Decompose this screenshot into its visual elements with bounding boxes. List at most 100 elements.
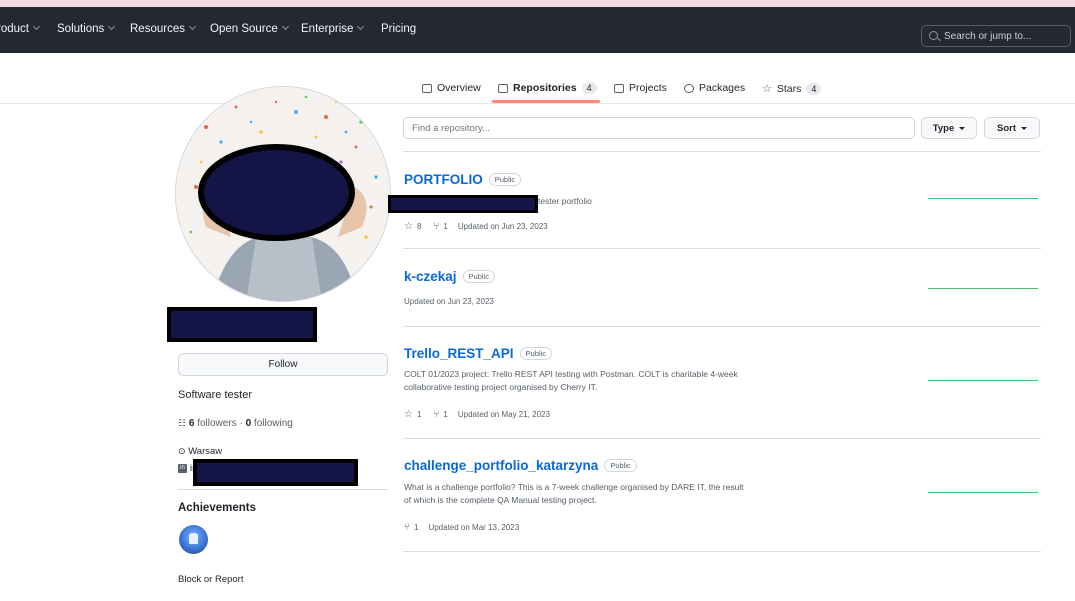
repo-item: k-czekaj Public [404, 269, 495, 284]
activity-sparkline [928, 198, 1038, 199]
following-word: following [253, 418, 293, 429]
tab-stars-label: Stars [776, 82, 802, 95]
tab-projects[interactable]: Projects [614, 82, 667, 94]
location-icon: ⊙ [178, 446, 186, 456]
repo-meta: ⑂ 1 Updated on Mar 13, 2023 [404, 522, 519, 533]
achievements-title: Achievements [178, 502, 256, 514]
repo-meta: ☆ 1 ⑂ 1 Updated on May 21, 2023 [404, 409, 550, 420]
profile-location: ⊙ Warsaw [178, 446, 222, 457]
repo-icon [498, 83, 508, 93]
repo-forks[interactable]: 1 [443, 222, 447, 231]
block-or-report-link[interactable]: Block or Report [178, 574, 243, 585]
type-filter-button[interactable]: Type [921, 117, 977, 139]
followers-separator: · [239, 418, 243, 429]
tabs-divider [0, 103, 1075, 104]
activity-sparkline [928, 492, 1038, 493]
nav-solutions[interactable]: Solutions [57, 22, 116, 35]
active-tab-indicator [492, 100, 600, 103]
star-icon: ☆ [762, 83, 772, 95]
nav-enterprise[interactable]: Enterprise [301, 22, 365, 35]
visibility-badge: Public [519, 347, 552, 360]
repo-updated: Updated on Mar 13, 2023 [428, 523, 520, 532]
repo-stars[interactable]: 8 [417, 222, 421, 231]
repo-divider [403, 551, 1041, 552]
following-count: 0 [245, 418, 252, 429]
follow-button[interactable]: Follow [178, 353, 388, 376]
followers-link[interactable]: 6 followers [189, 418, 237, 429]
nav-resources[interactable]: Resources [130, 22, 197, 35]
activity-sparkline [928, 380, 1038, 381]
nav-pricing[interactable]: Pricing [381, 23, 416, 35]
repo-divider [403, 248, 1041, 249]
repo-description: tester portfolio [538, 196, 592, 206]
repo-description: What is a challenge portfolio? This is a… [404, 482, 744, 505]
tab-packages-label: Packages [699, 82, 746, 94]
tab-overview-label: Overview [437, 82, 481, 94]
tab-stars-count: 4 [806, 82, 822, 95]
find-repository-input[interactable] [403, 117, 915, 139]
repo-updated: Updated on May 21, 2023 [457, 410, 550, 419]
tab-projects-label: Projects [629, 82, 667, 94]
repo-stars[interactable]: 1 [417, 410, 421, 419]
tab-overview[interactable]: Overview [422, 82, 481, 94]
fork-icon: ⑂ [433, 409, 440, 420]
following-link[interactable]: 0 following [246, 418, 293, 429]
fork-icon: ⑂ [433, 221, 440, 232]
chevron-down-icon [108, 22, 116, 31]
display-name-redaction [167, 307, 317, 342]
chevron-down-icon [32, 22, 41, 31]
visibility-badge: Public [462, 270, 495, 283]
nav-enterprise-label: Enterprise [301, 23, 354, 35]
repo-name-link[interactable]: challenge_portfolio_katarzyna [404, 458, 598, 473]
nav-solutions-label: Solutions [57, 23, 105, 35]
visibility-badge: Public [488, 173, 522, 186]
repo-divider [403, 438, 1041, 439]
repo-name-link[interactable]: PORTFOLIO [404, 172, 483, 187]
fork-icon: ⑂ [404, 522, 410, 533]
book-icon [422, 83, 432, 93]
repo-meta: Updated on Jun 23, 2023 [404, 297, 494, 306]
global-search-placeholder: Search or jump to... [944, 31, 1032, 42]
followers-word: followers [197, 418, 237, 429]
tab-repositories[interactable]: Repositories 4 [498, 82, 597, 94]
search-icon [929, 31, 938, 40]
nav-resources-label: Resources [130, 23, 185, 35]
repo-meta: ☆ 8 ⑂ 1 Updated on Jun 23, 2023 [404, 221, 548, 232]
repo-name-link[interactable]: Trello_REST_API [404, 346, 514, 361]
star-icon: ☆ [404, 409, 413, 420]
followers-count: 6 [188, 418, 195, 429]
followers-summary: ☷ 6 followers · 0 following [178, 418, 293, 429]
linkedin-icon: in [178, 463, 187, 473]
repo-item: challenge_portfolio_katarzyna Public [404, 458, 637, 473]
chevron-down-icon [357, 22, 365, 31]
chevron-down-icon [188, 22, 197, 31]
package-icon [684, 83, 694, 93]
nav-open-source[interactable]: Open Source [210, 22, 289, 35]
visibility-badge: Public [604, 459, 637, 472]
star-icon: ☆ [404, 221, 413, 232]
activity-sparkline [928, 288, 1038, 289]
repo-description: COLT 01/2023 project: Trello REST API te… [404, 369, 738, 392]
sort-button[interactable]: Sort [984, 117, 1040, 139]
tab-stars[interactable]: ☆ Stars 4 [762, 82, 822, 95]
repo-divider [403, 326, 1041, 327]
sort-label: Sort [997, 122, 1016, 134]
profile-bio: Software tester [178, 389, 252, 401]
achievement-badge[interactable] [179, 525, 208, 554]
nav-product[interactable]: roduct [0, 22, 41, 35]
nav-product-label: roduct [0, 23, 29, 35]
repo-forks[interactable]: 1 [414, 523, 418, 532]
tab-packages[interactable]: Packages [684, 82, 745, 94]
repo-name-link[interactable]: k-czekaj [404, 269, 457, 284]
avatar-redaction [198, 144, 355, 241]
sidebar-divider [178, 489, 388, 490]
linkedin-url-redaction [193, 459, 358, 486]
nav-open-source-label: Open Source [210, 23, 278, 35]
table-icon [614, 83, 624, 93]
repo-forks[interactable]: 1 [443, 410, 447, 419]
repo-list-top-divider [403, 151, 1041, 152]
global-search-input[interactable]: Search or jump to... [921, 25, 1071, 47]
people-icon: ☷ [178, 418, 187, 428]
repo-item: PORTFOLIO Public [404, 172, 522, 187]
type-filter-label: Type [932, 122, 955, 134]
